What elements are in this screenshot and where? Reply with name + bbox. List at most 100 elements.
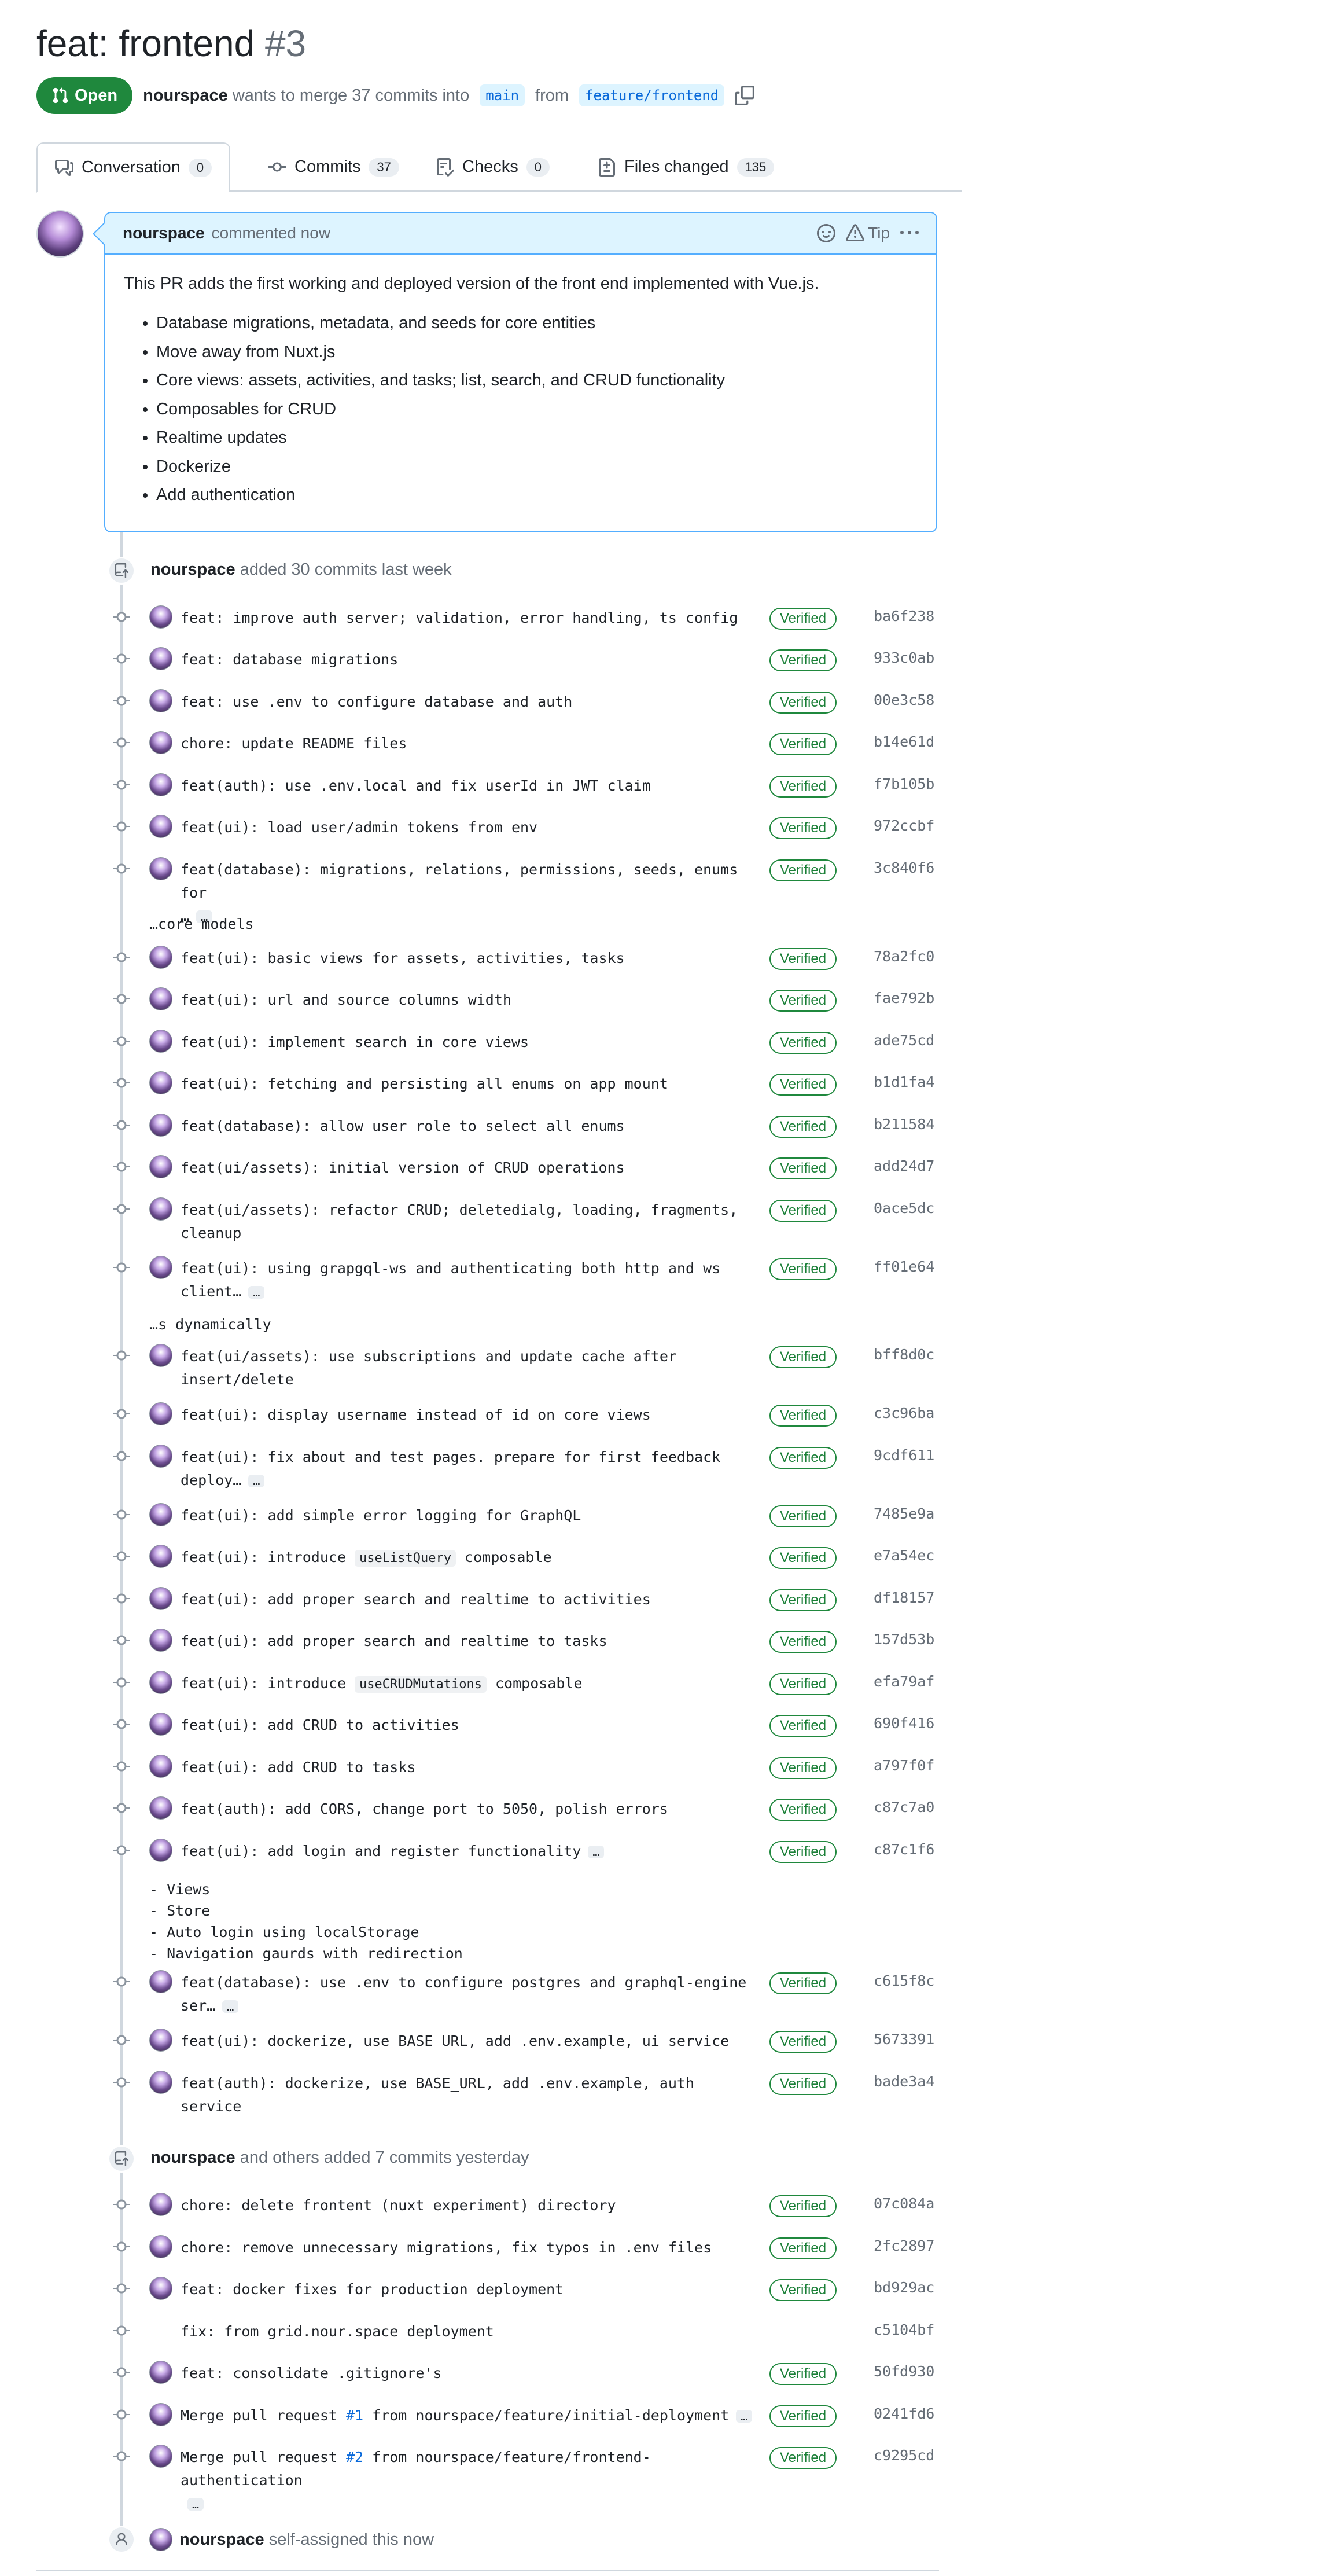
comment-timestamp[interactable]: commented now	[212, 224, 330, 242]
commit-author-avatar[interactable]	[149, 946, 172, 969]
expand-message-button[interactable]: …	[222, 2000, 239, 2013]
commit-sha-link[interactable]: df18157	[874, 1589, 934, 1606]
commit-message[interactable]: feat(ui): fix about and test pages. prep…	[181, 1446, 759, 1492]
commit-message[interactable]: feat(ui): using grapgql-ws and authentic…	[181, 1257, 759, 1303]
commit-message-text[interactable]: feat: database migrations	[181, 651, 398, 668]
commit-sha-link[interactable]: c9295cd	[874, 2447, 934, 2464]
commit-message[interactable]: feat(ui): display username instead of id…	[181, 1403, 759, 1427]
commit-message-text[interactable]: feat(ui): using grapgql-ws and authentic…	[181, 1260, 720, 1277]
base-branch[interactable]: main	[480, 84, 525, 106]
commit-message-text[interactable]: feat(ui): load user/admin tokens from en…	[181, 819, 537, 836]
commit-author-avatar[interactable]	[149, 2235, 172, 2258]
commit-message-text[interactable]: feat(auth): use .env.local and fix userI…	[181, 777, 651, 794]
commit-sha-link[interactable]: e7a54ec	[874, 1547, 934, 1564]
commit-message[interactable]: feat(ui/assets): initial version of CRUD…	[181, 1156, 759, 1179]
tip-button[interactable]: Tip	[846, 224, 890, 242]
commit-message[interactable]: feat: improve auth server; validation, e…	[181, 607, 759, 630]
commit-sha-link[interactable]: 50fd930	[874, 2363, 934, 2380]
commit-message[interactable]: feat(auth): dockerize, use BASE_URL, add…	[181, 2072, 759, 2118]
commit-author-avatar[interactable]	[149, 1545, 172, 1568]
commit-message[interactable]: feat(database): use .env to configure po…	[181, 1971, 759, 2018]
commit-message-text[interactable]: feat(ui): introduce	[181, 1549, 355, 1566]
commit-sha-link[interactable]: c3c96ba	[874, 1405, 934, 1421]
commit-message[interactable]: feat(ui): fetching and persisting all en…	[181, 1072, 759, 1096]
verified-badge[interactable]: Verified	[769, 1972, 837, 1994]
commit-sha-link[interactable]: efa79af	[874, 1673, 934, 1690]
commit-message-text[interactable]: deploy…	[181, 1472, 241, 1489]
commit-message[interactable]: feat(database): migrations, relations, p…	[181, 858, 759, 928]
pr-author-link[interactable]: nourspace	[143, 86, 228, 105]
commit-message[interactable]: chore: remove unnecessary migrations, fi…	[181, 2236, 759, 2259]
commit-message[interactable]: feat: docker fixes for production deploy…	[181, 2278, 759, 2301]
commit-sha-link[interactable]: c87c1f6	[874, 1841, 934, 1858]
commit-author-avatar[interactable]	[149, 1445, 172, 1468]
commit-message-text[interactable]: feat(ui): fetching and persisting all en…	[181, 1075, 668, 1092]
commit-message-text[interactable]: feat(database): allow user role to selec…	[181, 1118, 625, 1134]
commit-message-text[interactable]: feat(ui): add proper search and realtime…	[181, 1591, 651, 1608]
commit-message-text[interactable]: feat(ui/assets): refactor CRUD; deletedi…	[181, 1201, 738, 1218]
commit-message-text[interactable]: feat(ui): add proper search and realtime…	[181, 1633, 607, 1649]
commit-message[interactable]: feat(ui): dockerize, use BASE_URL, add .…	[181, 2030, 759, 2053]
expand-message-button[interactable]: …	[248, 1475, 265, 1487]
verified-badge[interactable]: Verified	[769, 649, 837, 671]
commit-author-avatar[interactable]	[149, 1030, 172, 1053]
commit-sha-link[interactable]: 690f416	[874, 1715, 934, 1732]
commit-message-text[interactable]: feat(ui/assets): initial version of CRUD…	[181, 1159, 625, 1176]
commit-author-avatar[interactable]	[149, 1755, 172, 1778]
tab-checks[interactable]: Checks 0	[418, 142, 567, 192]
commit-group-author[interactable]: nourspace	[150, 2148, 235, 2167]
commit-message-text[interactable]: cleanup	[181, 1225, 241, 1241]
commit-author-avatar[interactable]	[149, 2403, 172, 2426]
commit-message[interactable]: feat(ui): add proper search and realtime…	[181, 1588, 759, 1611]
verified-badge[interactable]: Verified	[769, 1258, 837, 1280]
commit-message-text[interactable]: feat(ui): add login and register functio…	[181, 1843, 581, 1860]
commit-message-text[interactable]: feat(ui): fix about and test pages. prep…	[181, 1449, 720, 1465]
commit-author-avatar[interactable]	[149, 647, 172, 670]
commit-sha-link[interactable]: 972ccbf	[874, 817, 934, 834]
expand-message-button[interactable]: …	[588, 1846, 605, 1858]
copy-icon[interactable]	[735, 86, 755, 105]
verified-badge[interactable]: Verified	[769, 817, 837, 839]
commit-author-avatar[interactable]	[149, 1402, 172, 1425]
commit-message[interactable]: feat(ui): add CRUD to activities	[181, 1714, 759, 1737]
commit-message-text[interactable]: feat(ui): basic views for assets, activi…	[181, 950, 625, 967]
commit-message[interactable]: feat(ui): implement search in core views	[181, 1031, 759, 1054]
commit-message-text[interactable]: feat(ui): add simple error logging for G…	[181, 1507, 581, 1524]
commit-message-text[interactable]: feat(database): migrations, relations, p…	[181, 861, 738, 901]
verified-badge[interactable]: Verified	[769, 2363, 837, 2385]
commit-sha-link[interactable]: 78a2fc0	[874, 948, 934, 965]
verified-badge[interactable]: Verified	[769, 1157, 837, 1179]
verified-badge[interactable]: Verified	[769, 1116, 837, 1138]
commit-message-text[interactable]: feat(ui): display username instead of id…	[181, 1406, 651, 1423]
commit-message[interactable]: feat(ui): introduce useCRUDMutations com…	[181, 1672, 759, 1696]
verified-badge[interactable]: Verified	[769, 1631, 837, 1653]
commit-message[interactable]: feat(ui): introduce useListQuery composa…	[181, 1546, 759, 1570]
commit-author-avatar[interactable]	[149, 815, 172, 838]
expand-message-button[interactable]: …	[248, 1286, 265, 1299]
commit-sha-link[interactable]: bff8d0c	[874, 1346, 934, 1363]
commit-author-avatar[interactable]	[149, 605, 172, 629]
commit-message[interactable]: feat(ui/assets): use subscriptions and u…	[181, 1345, 759, 1391]
commit-message[interactable]: feat(ui): add proper search and realtime…	[181, 1630, 759, 1653]
commit-author-avatar[interactable]	[149, 1970, 172, 1993]
commit-author-avatar[interactable]	[149, 2361, 172, 2384]
verified-badge[interactable]: Verified	[769, 1799, 837, 1821]
commit-message-text[interactable]: fix: from grid.nour.space deployment	[181, 2323, 494, 2340]
verified-badge[interactable]: Verified	[769, 1673, 837, 1695]
assignee-avatar[interactable]	[149, 2528, 172, 2551]
verified-badge[interactable]: Verified	[769, 2237, 837, 2259]
commit-message-text[interactable]: feat(ui): implement search in core views	[181, 1034, 529, 1050]
commit-message-text[interactable]: feat(database): use .env to configure po…	[181, 1974, 746, 1991]
pr-reference-link[interactable]: #2	[346, 2449, 363, 2465]
commit-author-avatar[interactable]	[149, 1114, 172, 1137]
commit-sha-link[interactable]: bade3a4	[874, 2073, 934, 2090]
commit-author-avatar[interactable]	[149, 1503, 172, 1526]
commit-message-text[interactable]: feat: improve auth server; validation, e…	[181, 609, 738, 626]
commit-message[interactable]: feat(ui): url and source columns width	[181, 988, 759, 1012]
commit-sha-link[interactable]: 7485e9a	[874, 1505, 934, 1522]
commit-message[interactable]: feat(ui): basic views for assets, activi…	[181, 947, 759, 970]
verified-badge[interactable]: Verified	[769, 1757, 837, 1779]
commit-message[interactable]: feat(ui): add simple error logging for G…	[181, 1504, 759, 1527]
commit-author-avatar[interactable]	[149, 1155, 172, 1178]
verified-badge[interactable]: Verified	[769, 2405, 837, 2427]
